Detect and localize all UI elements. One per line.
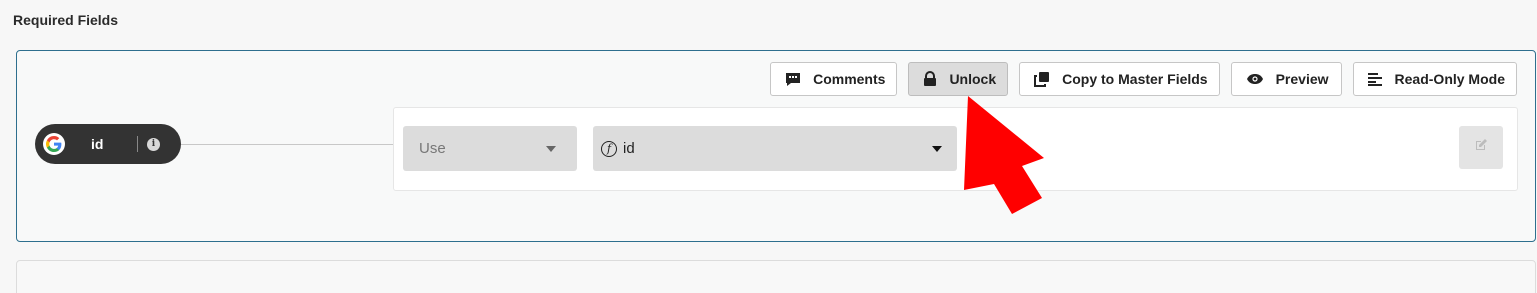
comment-icon xyxy=(785,72,801,87)
copy-label: Copy to Master Fields xyxy=(1062,71,1208,87)
text-lines-icon xyxy=(1367,72,1383,86)
toolbar: Comments Unlock Copy to Master Fields Pr… xyxy=(770,62,1517,96)
google-icon xyxy=(43,133,65,155)
preview-label: Preview xyxy=(1275,71,1329,87)
preview-button[interactable]: Preview xyxy=(1230,62,1342,96)
copy-icon xyxy=(1034,71,1050,87)
field-name: id xyxy=(91,136,104,152)
unlock-button[interactable]: Unlock xyxy=(908,62,1009,96)
target-field-select[interactable]: f id xyxy=(593,126,957,171)
mode-select-value: Use xyxy=(419,140,446,157)
eye-icon xyxy=(1246,73,1264,85)
caret-down-icon xyxy=(932,146,942,152)
read-only-mode-button[interactable]: Read-Only Mode xyxy=(1352,62,1517,96)
mode-select[interactable]: Use xyxy=(403,126,577,171)
copy-to-master-fields-button[interactable]: Copy to Master Fields xyxy=(1019,62,1220,96)
pill-divider xyxy=(137,136,138,152)
comments-label: Comments xyxy=(813,71,886,87)
read-only-label: Read-Only Mode xyxy=(1394,71,1505,87)
unlock-label: Unlock xyxy=(949,71,997,87)
next-field-card xyxy=(16,260,1536,293)
red-arrow-annotation xyxy=(964,96,1044,214)
connector-line xyxy=(181,144,394,145)
edit-button[interactable] xyxy=(1459,126,1503,169)
section-title: Required Fields xyxy=(13,12,119,28)
required-field-card: Comments Unlock Copy to Master Fields Pr… xyxy=(16,50,1536,242)
mapping-row: Use f id xyxy=(393,107,1518,191)
source-field-pill[interactable]: id i xyxy=(35,124,181,164)
comments-button[interactable]: Comments xyxy=(770,62,898,96)
chevron-down-icon xyxy=(546,146,556,152)
info-icon[interactable]: i xyxy=(147,137,160,151)
target-field-value: id xyxy=(623,140,635,157)
lock-icon xyxy=(923,71,937,87)
pencil-edit-icon xyxy=(1474,138,1488,157)
function-icon: f xyxy=(601,140,617,157)
